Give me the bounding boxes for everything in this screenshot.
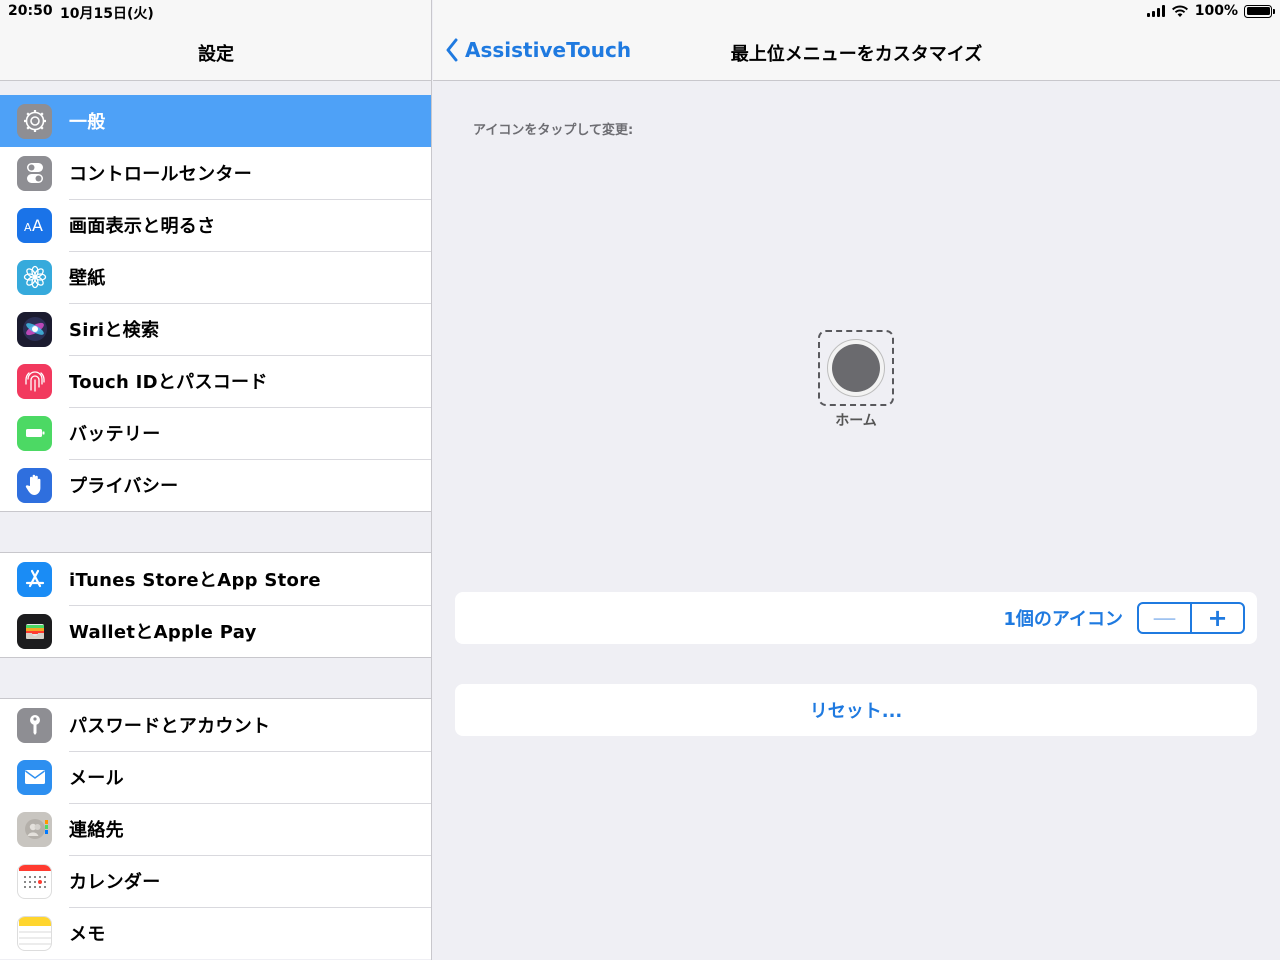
key-icon bbox=[17, 707, 52, 743]
wifi-icon bbox=[1171, 5, 1188, 17]
sidebar-item-label: パスワードとアカウント bbox=[69, 716, 271, 737]
battery-percent: 100% bbox=[1194, 3, 1238, 19]
settings-group-1: 一般 コントロールセンター AA 画面表示と明るさ 壁紙 Siriと検索 Tou… bbox=[0, 95, 431, 512]
reset-button[interactable]: リセット... bbox=[455, 684, 1257, 736]
sidebar-item-display[interactable]: AA 画面表示と明るさ bbox=[0, 199, 431, 251]
sidebar-item-contacts[interactable]: 連絡先 bbox=[0, 803, 431, 855]
battery-icon bbox=[17, 415, 52, 451]
sidebar-item-label: iTunes StoreとApp Store bbox=[69, 570, 321, 591]
sidebar-item-label: Touch IDとパスコード bbox=[69, 372, 268, 393]
fingerprint-icon bbox=[17, 363, 52, 399]
sidebar-item-label: WalletとApple Pay bbox=[69, 622, 257, 643]
sidebar-item-label: 壁紙 bbox=[69, 268, 106, 289]
settings-sidebar: 設定 一般 コントロールセンター AA 画面表示と明るさ 壁紙 Siriと検索 … bbox=[0, 0, 432, 960]
sidebar-item-siri[interactable]: Siriと検索 bbox=[0, 303, 431, 355]
increment-button[interactable]: + bbox=[1192, 604, 1243, 632]
home-button-icon bbox=[827, 339, 885, 397]
detail-pane: AssistiveTouch 最上位メニューをカスタマイズ アイコンをタップして… bbox=[433, 0, 1280, 960]
sidebar-item-mail[interactable]: メール bbox=[0, 751, 431, 803]
app-store-icon bbox=[17, 561, 52, 597]
sidebar-item-general[interactable]: 一般 bbox=[0, 95, 431, 147]
settings-group-2: iTunes StoreとApp Store WalletとApple Pay bbox=[0, 552, 431, 658]
sidebar-item-label: Siriと検索 bbox=[69, 320, 160, 341]
hand-icon bbox=[17, 467, 52, 503]
cellular-signal-icon bbox=[1146, 5, 1165, 17]
sidebar-item-control-center[interactable]: コントロールセンター bbox=[0, 147, 431, 199]
sidebar-item-label: 連絡先 bbox=[69, 820, 124, 841]
sidebar-item-wallet[interactable]: WalletとApple Pay bbox=[0, 605, 431, 657]
icon-count-row: 1個のアイコン — + bbox=[455, 592, 1257, 644]
sidebar-item-label: 画面表示と明るさ bbox=[69, 216, 216, 237]
status-date: 10月15日(火) bbox=[60, 6, 154, 22]
instruction-text: アイコンをタップして変更: bbox=[473, 123, 634, 138]
status-bar: 20:50 10月15日(火) 100% bbox=[0, 0, 1280, 24]
text-size-icon: AA bbox=[17, 207, 52, 243]
sidebar-item-passwords[interactable]: パスワードとアカウント bbox=[0, 699, 431, 751]
sidebar-item-privacy[interactable]: プライバシー bbox=[0, 459, 431, 511]
icon-count-stepper: — + bbox=[1137, 602, 1245, 634]
svg-text:A: A bbox=[24, 221, 32, 234]
sidebar-item-app-store[interactable]: iTunes StoreとApp Store bbox=[0, 553, 431, 605]
flower-icon bbox=[17, 259, 52, 295]
sidebar-item-calendar[interactable]: カレンダー bbox=[0, 855, 431, 907]
sidebar-item-notes[interactable]: メモ bbox=[0, 907, 431, 959]
sidebar-item-label: 一般 bbox=[69, 112, 106, 133]
sidebar-item-wallpaper[interactable]: 壁紙 bbox=[0, 251, 431, 303]
sidebar-item-label: プライバシー bbox=[69, 476, 179, 497]
sidebar-title: 設定 bbox=[198, 44, 234, 65]
calendar-icon bbox=[17, 863, 52, 899]
contacts-icon bbox=[17, 811, 52, 847]
svg-text:A: A bbox=[32, 216, 43, 235]
mail-icon bbox=[17, 759, 52, 795]
sidebar-item-battery[interactable]: バッテリー bbox=[0, 407, 431, 459]
gear-icon bbox=[17, 103, 52, 139]
icon-count-label: 1個のアイコン bbox=[1003, 609, 1123, 630]
sidebar-item-label: コントロールセンター bbox=[69, 164, 252, 185]
sidebar-item-label: バッテリー bbox=[69, 424, 161, 445]
home-icon-label: ホーム bbox=[835, 413, 877, 429]
siri-icon bbox=[17, 311, 52, 347]
sidebar-item-touch-id[interactable]: Touch IDとパスコード bbox=[0, 355, 431, 407]
page-title: 最上位メニューをカスタマイズ bbox=[730, 44, 983, 65]
battery-icon bbox=[1244, 4, 1275, 18]
settings-group-3: パスワードとアカウント メール 連絡先 カレンダー メモ bbox=[0, 698, 431, 959]
toggles-icon bbox=[17, 155, 52, 191]
decrement-button[interactable]: — bbox=[1139, 604, 1192, 632]
home-icon-slot[interactable] bbox=[818, 330, 894, 406]
sidebar-item-label: メール bbox=[69, 768, 124, 789]
status-time: 20:50 bbox=[8, 3, 53, 19]
sidebar-item-label: カレンダー bbox=[69, 872, 161, 893]
notes-icon bbox=[17, 915, 52, 951]
sidebar-item-label: メモ bbox=[69, 924, 106, 945]
wallet-icon bbox=[17, 613, 52, 649]
status-right: 100% bbox=[1146, 3, 1275, 19]
